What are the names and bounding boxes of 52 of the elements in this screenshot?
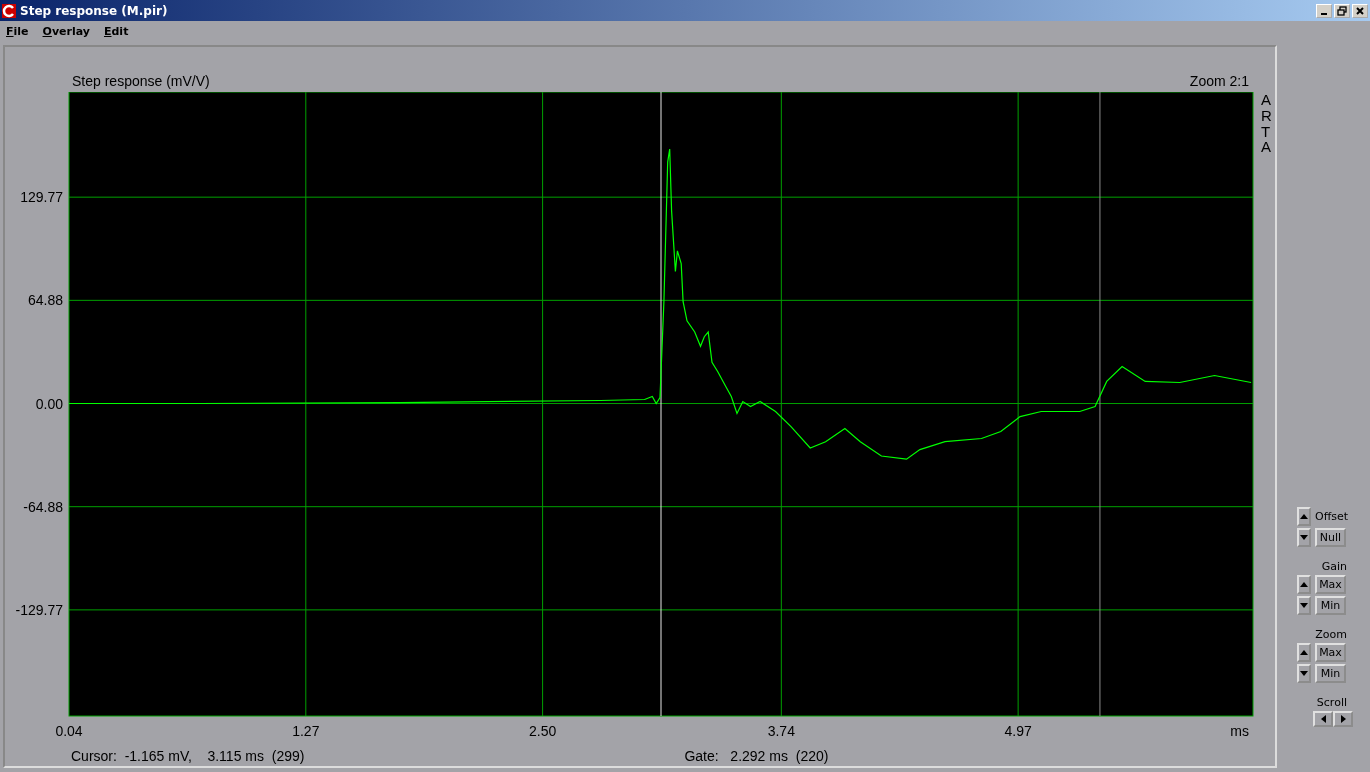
control-label: Scroll: [1316, 696, 1347, 709]
menu-item[interactable]: File: [6, 24, 29, 38]
minimize-icon: [1321, 12, 1327, 15]
x-tick-label: 0.04: [55, 723, 83, 739]
triangle-up-icon: [1300, 514, 1308, 519]
y-tick-label: 0.00: [35, 395, 63, 412]
app-icon: [2, 3, 16, 18]
down-arrow-button[interactable]: [1297, 664, 1311, 683]
up-arrow-button[interactable]: [1297, 643, 1311, 662]
up-arrow-button[interactable]: [1297, 575, 1311, 594]
right-arrow-button[interactable]: [1333, 711, 1353, 727]
x-tick-label: 1.27: [292, 723, 320, 739]
restore-button[interactable]: [1334, 3, 1350, 18]
restore-icon: [1337, 5, 1347, 16]
y-tick-label: 129.77: [20, 189, 63, 206]
close-icon: [1355, 5, 1365, 16]
y-tick-label: -129.77: [15, 601, 63, 618]
gate-readout: Gate: 2.292 ms (220): [684, 748, 829, 764]
triangle-down-icon: [1300, 535, 1308, 540]
x-tick-label: 3.74: [767, 723, 795, 739]
triangle-down-icon: [1300, 671, 1308, 676]
menu-item[interactable]: Overlay: [42, 24, 90, 38]
control-button[interactable]: Min: [1315, 596, 1346, 615]
cursor-readout: Cursor: -1.165 mV, 3.115 ms (299): [71, 748, 305, 764]
control-button[interactable]: Min: [1315, 664, 1346, 683]
x-axis-unit: ms: [1230, 723, 1249, 739]
control-button[interactable]: Max: [1315, 643, 1346, 662]
triangle-down-icon: [1300, 603, 1308, 608]
control-button[interactable]: Max: [1315, 575, 1346, 594]
left-arrow-button[interactable]: [1313, 711, 1333, 727]
down-arrow-button[interactable]: [1297, 596, 1311, 615]
y-tick-label: 64.88: [27, 292, 63, 309]
chart-title: Step response (mV/V): [72, 73, 210, 89]
menu-item[interactable]: Edit: [104, 24, 129, 38]
zoom-label: Zoom 2:1: [1189, 73, 1249, 89]
triangle-up-icon: [1300, 650, 1308, 655]
x-tick-label: 2.50: [528, 723, 557, 739]
control-label: Gain: [1321, 560, 1347, 573]
down-arrow-button[interactable]: [1297, 528, 1311, 547]
minimize-button[interactable]: [1316, 3, 1332, 18]
control-label: Zoom: [1315, 628, 1347, 641]
y-tick-label: -64.88: [23, 498, 63, 515]
close-button[interactable]: [1352, 3, 1368, 18]
up-arrow-button[interactable]: [1297, 507, 1311, 526]
triangle-left-icon: [1320, 715, 1326, 723]
control-button[interactable]: Null: [1315, 528, 1346, 547]
window-title: Step response (M.pir): [20, 3, 168, 18]
brand-label: ARTA: [1261, 92, 1273, 158]
triangle-up-icon: [1300, 582, 1308, 587]
control-label: Offset: [1315, 510, 1349, 523]
triangle-right-icon: [1340, 715, 1346, 723]
x-tick-label: 4.97: [1004, 723, 1032, 739]
